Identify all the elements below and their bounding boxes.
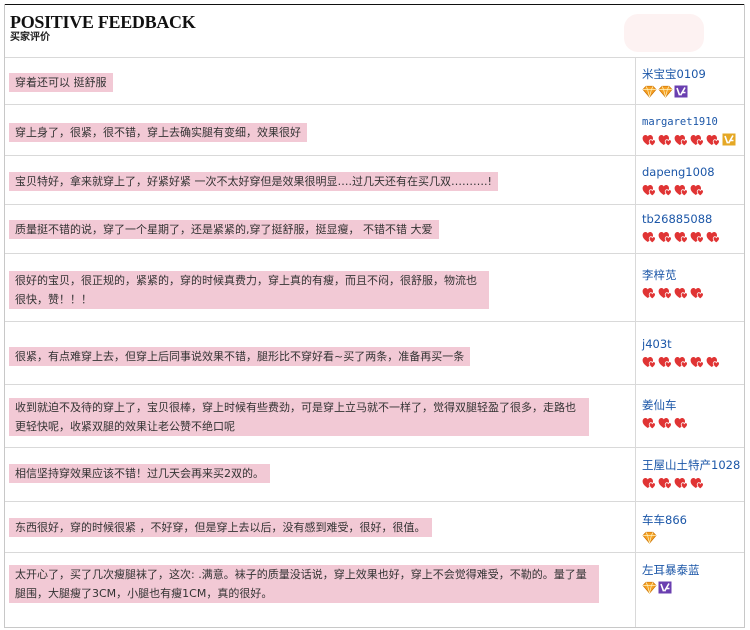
column-divider (635, 254, 636, 321)
review-row: 很紧，有点难穿上去，但穿上后同事说效果不错，腿形比不穿好看~买了两条，准备再买一… (5, 321, 744, 384)
review-comment: 收到就迫不及待的穿上了，宝贝很棒，穿上时候有些费劲，可是穿上立马就不一样了，觉得… (9, 398, 589, 436)
heart-icon (674, 183, 689, 196)
buyer-username-link[interactable]: 左耳暴泰蓝 (642, 563, 700, 578)
heart-icon (658, 416, 673, 429)
heart-icon (706, 230, 721, 243)
vip-purple-icon (658, 581, 673, 594)
heart-icon (658, 286, 673, 299)
heart-icon (674, 133, 689, 146)
heart-icon (658, 476, 673, 489)
decorative-blob (624, 14, 704, 52)
review-row: 很好的宝贝，很正规的，紧紧的，穿的时候真费力，穿上真的有瘦，而且不闷，很舒服，物… (5, 253, 744, 321)
heart-icon (642, 133, 657, 146)
heart-icon (674, 476, 689, 489)
buyer-username-link[interactable]: margaret1910 (642, 115, 738, 130)
review-row: 东西很好，穿的时候很紧 ，不好穿，但是穿上去以后，没有感到难受，很好，很值。 车… (5, 501, 744, 552)
buyer-rating-badges (642, 581, 700, 595)
heart-icon (642, 286, 657, 299)
heart-icon (690, 183, 705, 196)
column-divider (635, 448, 636, 501)
review-comment: 质量挺不错的说，穿了一个星期了，还是紧紧的,穿了挺舒服，挺显瘦， 不错不错 大爱 (9, 220, 439, 239)
buyer-username-link[interactable]: dapeng1008 (642, 165, 715, 180)
buyer-rating-badges (642, 133, 738, 147)
heart-icon (690, 286, 705, 299)
buyer-username-link[interactable]: 米宝宝0109 (642, 67, 706, 82)
column-divider (635, 385, 636, 447)
column-divider (635, 205, 636, 253)
buyer-username-link[interactable]: tb26885088 (642, 212, 722, 227)
review-row: 穿上身了，很紧，很不错，穿上去确实腿有变细，效果很好 margaret1910 (5, 104, 744, 155)
review-comment: 相信坚持穿效果应该不错！过几天会再来买2双的。 (9, 464, 270, 483)
review-comment: 太开心了，买了几次瘦腿袜了，这次: .满意。袜子的质量没话说，穿上效果也好，穿上… (9, 565, 599, 603)
buyer-username-link[interactable]: 王屋山土特产1028 (642, 458, 740, 473)
review-comment: 很紧，有点难穿上去，但穿上后同事说效果不错，腿形比不穿好看~买了两条，准备再买一… (9, 347, 471, 366)
heart-icon (674, 286, 689, 299)
review-comment: 很好的宝贝，很正规的，紧紧的，穿的时候真费力，穿上真的有瘦，而且不闷，很舒服，物… (9, 271, 489, 309)
diamond-icon (658, 85, 673, 98)
buyer-username-link[interactable]: 车车866 (642, 513, 687, 528)
buyer-rating-badges (642, 416, 690, 430)
heart-icon (674, 416, 689, 429)
review-row: 收到就迫不及待的穿上了，宝贝很棒，穿上时候有些费劲，可是穿上立马就不一样了，觉得… (5, 384, 744, 447)
vip-gold-icon (722, 133, 737, 146)
column-divider (635, 58, 636, 104)
buyer-rating-badges (642, 230, 722, 244)
buyer-rating-badges (642, 355, 722, 369)
heart-icon (642, 416, 657, 429)
buyer-username-link[interactable]: j403t (642, 337, 722, 352)
review-row: 穿着还可以 挺舒服 米宝宝0109 (5, 57, 744, 104)
feedback-header: POSITIVE FEEDBACK 买家评价 (10, 12, 196, 43)
heart-icon (706, 355, 721, 368)
heart-icon (658, 183, 673, 196)
buyer-rating-badges (642, 286, 706, 300)
review-row: 相信坚持穿效果应该不错！过几天会再来买2双的。 王屋山土特产1028 (5, 447, 744, 501)
review-comment: 东西很好，穿的时候很紧 ，不好穿，但是穿上去以后，没有感到难受，很好，很值。 (9, 518, 432, 537)
diamond-icon (642, 85, 657, 98)
vip-purple-icon (674, 85, 689, 98)
page-subtitle: 买家评价 (10, 32, 50, 43)
column-divider (635, 105, 636, 155)
diamond-icon (642, 531, 657, 544)
buyer-rating-badges (642, 476, 740, 490)
review-comment: 宝贝特好，拿来就穿上了，好紧好紧 一次不太好穿但是效果很明显….过几天还有在买几… (9, 172, 498, 191)
heart-icon (658, 133, 673, 146)
diamond-icon (642, 581, 657, 594)
review-row: 质量挺不错的说，穿了一个星期了，还是紧紧的,穿了挺舒服，挺显瘦， 不错不错 大爱… (5, 204, 744, 253)
heart-icon (690, 476, 705, 489)
heart-icon (642, 230, 657, 243)
column-divider (635, 553, 636, 627)
column-divider (635, 156, 636, 204)
heart-icon (658, 355, 673, 368)
heart-icon (642, 355, 657, 368)
heart-icon (642, 183, 657, 196)
page-title: POSITIVE FEEDBACK (10, 12, 196, 32)
review-row: 太开心了，买了几次瘦腿袜了，这次: .满意。袜子的质量没话说，穿上效果也好，穿上… (5, 552, 744, 627)
heart-icon (706, 133, 721, 146)
review-comment: 穿上身了，很紧，很不错，穿上去确实腿有变细，效果很好 (9, 123, 307, 142)
heart-icon (690, 230, 705, 243)
buyer-rating-badges (642, 183, 715, 197)
heart-icon (642, 476, 657, 489)
review-comment: 穿着还可以 挺舒服 (9, 73, 113, 92)
heart-icon (658, 230, 673, 243)
buyer-username-link[interactable]: 姜仙车 (642, 398, 690, 413)
heart-icon (690, 133, 705, 146)
column-divider (635, 322, 636, 384)
review-row: 宝贝特好，拿来就穿上了，好紧好紧 一次不太好穿但是效果很明显….过几天还有在买几… (5, 155, 744, 204)
buyer-rating-badges (642, 85, 706, 99)
heart-icon (674, 355, 689, 368)
heart-icon (674, 230, 689, 243)
buyer-rating-badges (642, 531, 687, 545)
buyer-username-link[interactable]: 李梓苋 (642, 268, 706, 283)
column-divider (635, 502, 636, 552)
heart-icon (690, 355, 705, 368)
